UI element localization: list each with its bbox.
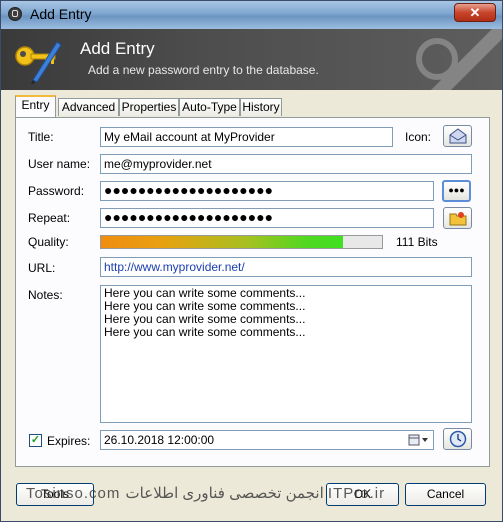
username-label: User name: [28,157,91,171]
envelope-icon [449,128,466,144]
tab-properties[interactable]: Properties [119,98,179,116]
close-button[interactable]: ✕ [454,3,496,22]
notes-line: Here you can write some comments... [104,325,306,339]
notes-textarea[interactable]: Here you can write some comments... Here… [100,285,472,423]
cancel-button[interactable]: Cancel [405,483,486,506]
lock-icon [8,7,22,21]
password-label: Password: [28,184,85,198]
repeat-label: Repeat: [28,211,71,225]
quality-bar [100,235,383,249]
title-label: Title: [28,130,54,144]
quality-bar-fill [101,236,343,248]
url-label: URL: [28,261,56,275]
add-entry-dialog: Add Entry ✕ Add Entry Add a new password… [0,0,503,522]
tab-advanced[interactable]: Advanced [58,98,119,116]
tab-entry[interactable]: Entry [15,95,56,117]
banner-subtitle: Add a new password entry to the database… [88,63,319,77]
expires-checkbox[interactable]: ✓ [29,434,42,447]
reveal-password-button[interactable]: ●●● [442,180,471,202]
password-field[interactable]: ●●●●●●●●●●●●●●●●●●●● [100,181,434,201]
icon-picker-button[interactable] [443,125,472,147]
title-field[interactable]: My eMail account at MyProvider [100,127,393,147]
expiry-presets-button[interactable] [443,428,472,450]
notes-label: Notes: [28,288,63,302]
username-field[interactable]: me@myprovider.net [100,154,472,174]
watermark-text: Tosinso.com انجمن تخصصی فناوری اطلاعات I… [26,485,386,502]
window-title: Add Entry [30,6,92,22]
password-generator-button[interactable] [443,207,472,229]
clock-icon [449,430,466,448]
generator-folder-icon [449,212,466,226]
quality-label: Quality: [28,235,69,249]
expires-label: Expires: [47,434,91,448]
key-pen-icon [15,41,62,84]
tab-auto-type[interactable]: Auto-Type [179,98,240,116]
quality-bits: 111 Bits [396,235,438,249]
calendar-dropdown-icon[interactable] [408,434,430,446]
header-banner: Add Entry Add a new password entry to th… [1,29,502,90]
banner-title: Add Entry [80,39,155,58]
icon-label: Icon: [405,130,432,144]
expires-date-field[interactable]: 26.10.2018 12:00:00 [100,430,434,450]
repeat-password-field[interactable]: ●●●●●●●●●●●●●●●●●●●● [100,208,434,228]
expires-date-value: 26.10.2018 12:00:00 [104,433,215,447]
tab-history[interactable]: History [240,98,282,116]
title-bar[interactable]: Add Entry ✕ [1,1,502,29]
banner-decoration-icon [416,29,502,90]
url-field[interactable]: http://www.myprovider.net/ [100,257,472,277]
